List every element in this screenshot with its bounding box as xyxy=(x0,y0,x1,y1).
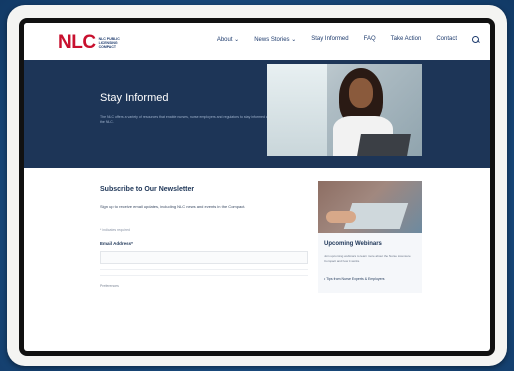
menu-item-contact[interactable]: Contact xyxy=(436,36,457,44)
preferences-link[interactable]: Preferences xyxy=(100,284,119,288)
main-menu: About ⌄ News Stories ⌄ Stay Informed FAQ… xyxy=(217,36,480,44)
sidebar-photo xyxy=(318,181,422,233)
tablet-device: NLC NLC PUBLIC LICENSING COMPACT About ⌄… xyxy=(7,5,507,366)
page-title: Stay Informed xyxy=(100,92,169,104)
webinars-description: Join upcoming webinars to learn more abo… xyxy=(324,254,411,263)
browser-screen: NLC NLC PUBLIC LICENSING COMPACT About ⌄… xyxy=(24,23,490,351)
menu-item-about[interactable]: About ⌄ xyxy=(217,36,239,44)
menu-item-news[interactable]: News Stories ⌄ xyxy=(254,36,296,44)
email-label: Email Address* xyxy=(100,241,133,246)
hero-banner: Stay Informed The NLC offers a variety o… xyxy=(24,60,490,168)
nlc-logo[interactable]: NLC NLC PUBLIC LICENSING COMPACT xyxy=(58,32,133,54)
photo-person-face xyxy=(349,78,373,108)
hero-description: The NLC offers a variety of resources th… xyxy=(100,115,275,124)
photo-laptop xyxy=(357,134,411,156)
form-divider xyxy=(100,269,308,270)
logo-text: NLC xyxy=(58,32,96,53)
newsletter-title: Subscribe to Our Newsletter xyxy=(100,186,195,193)
photo-hand xyxy=(326,211,356,223)
top-navigation: NLC NLC PUBLIC LICENSING COMPACT About ⌄… xyxy=(24,23,490,60)
email-field[interactable] xyxy=(100,251,308,264)
webinars-title: Upcoming Webinars xyxy=(324,241,382,247)
photo-window xyxy=(267,64,327,156)
menu-item-take-action[interactable]: Take Action xyxy=(391,36,422,44)
newsletter-description: Sign up to receive email updates, includ… xyxy=(100,204,246,209)
search-icon[interactable] xyxy=(472,36,480,44)
form-divider xyxy=(100,275,308,276)
menu-item-stay-informed[interactable]: Stay Informed xyxy=(311,36,348,44)
webinar-link[interactable]: • Tips from Nurse Experts & Employers xyxy=(324,277,385,281)
menu-item-faq[interactable]: FAQ xyxy=(364,36,376,44)
logo-subtitle: NLC PUBLIC LICENSING COMPACT xyxy=(98,37,120,49)
required-note: * indicates required xyxy=(100,228,130,232)
hero-photo xyxy=(267,64,422,156)
tablet-bezel: NLC NLC PUBLIC LICENSING COMPACT About ⌄… xyxy=(19,18,495,356)
